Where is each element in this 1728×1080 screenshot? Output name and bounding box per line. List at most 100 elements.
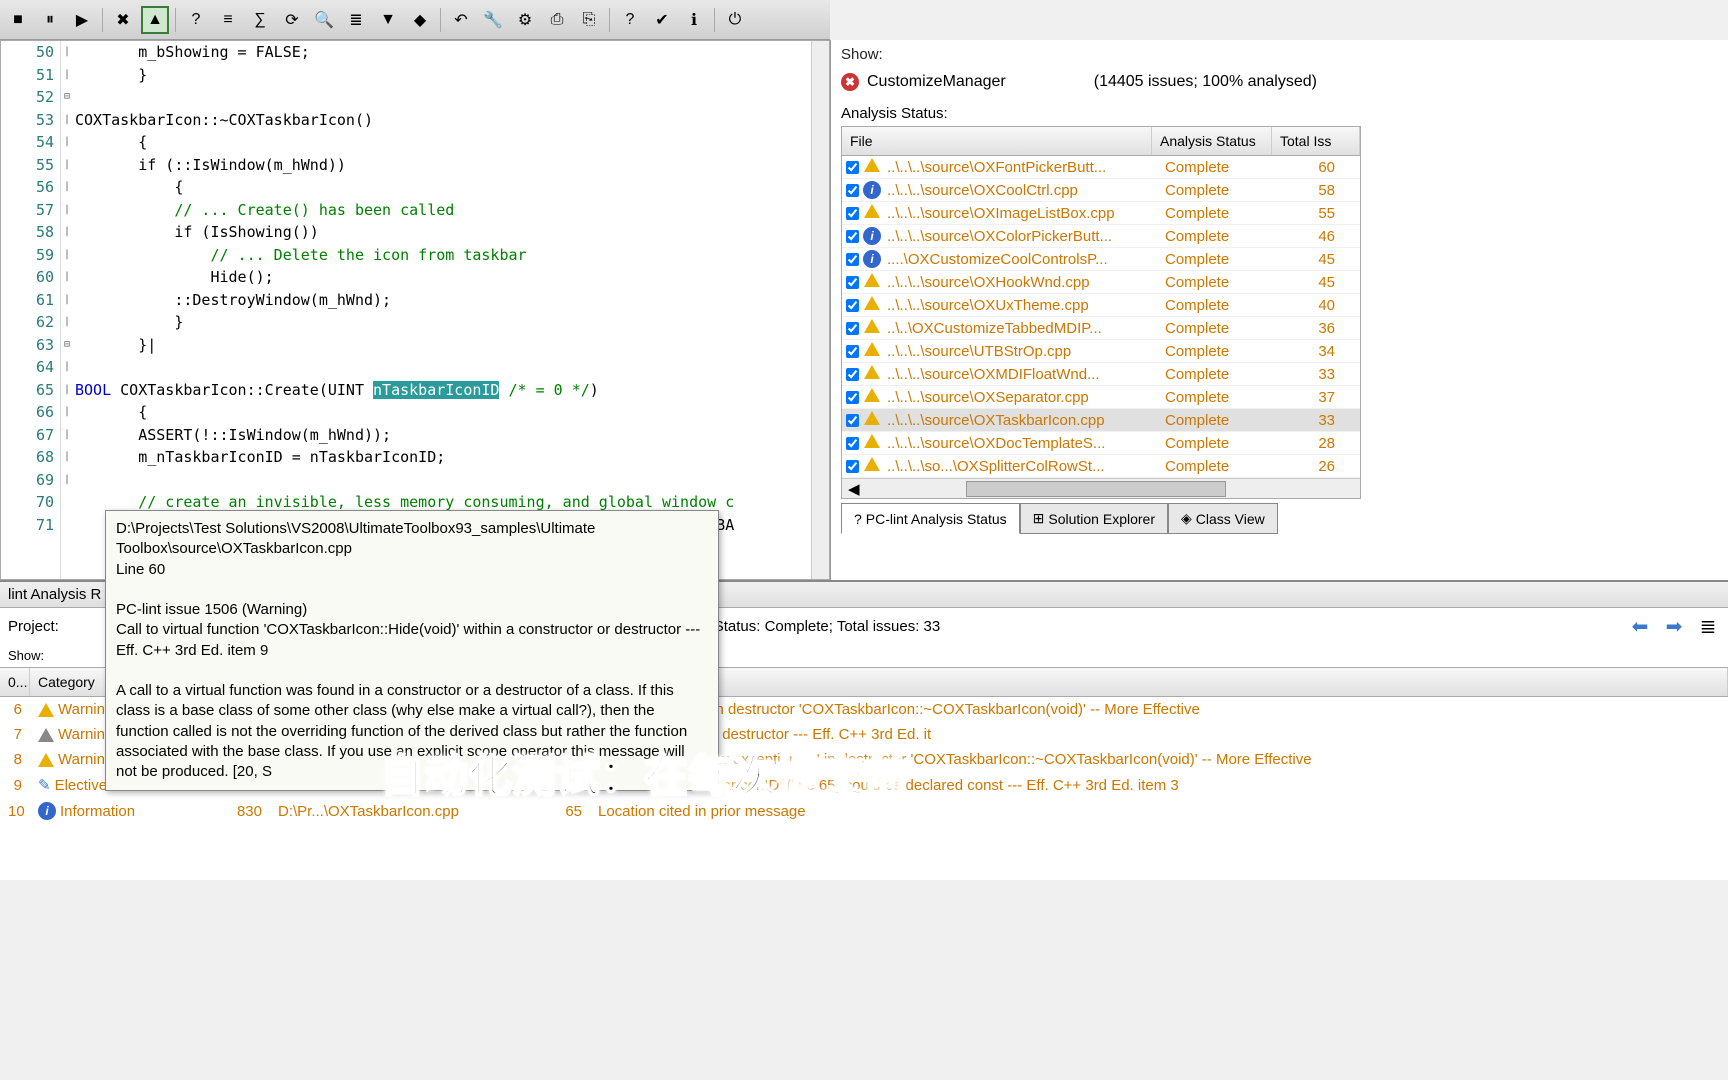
toolbar-btn-6[interactable]: ≡ — [214, 6, 242, 34]
show-label: Show: — [841, 46, 1718, 63]
horizontal-scrollbar[interactable]: ◀ — [842, 478, 1360, 498]
toolbar-btn-21[interactable]: ⏻ — [721, 6, 749, 34]
toolbar-btn-19[interactable]: ✔ — [648, 6, 676, 34]
fold-gutter[interactable]: ||⊟||||||||||⊟|||||| — [61, 41, 73, 579]
toolbar-btn-5[interactable]: ? — [182, 6, 210, 34]
manager-name[interactable]: CustomizeManager — [867, 73, 1006, 91]
toolbar-btn-8[interactable]: ⟳ — [278, 6, 306, 34]
file-status: Complete — [1165, 435, 1285, 452]
col-status[interactable]: Analysis Status — [1152, 127, 1272, 155]
file-name: ..\..\..\source\OXColorPickerButt... — [887, 228, 1165, 245]
file-checkbox[interactable] — [846, 345, 859, 358]
file-status: Complete — [1165, 389, 1285, 406]
tab-class-view[interactable]: ◈Class View — [1168, 503, 1278, 534]
file-checkbox[interactable] — [846, 276, 859, 289]
file-row[interactable]: ..\..\..\source\OXSeparator.cppComplete3… — [842, 386, 1360, 409]
list-icon[interactable]: ≣ — [1696, 614, 1720, 638]
file-row[interactable]: i..\..\..\source\OXCoolCtrl.cppComplete5… — [842, 179, 1360, 202]
tooltip-line: Line 60 — [116, 560, 708, 580]
code-editor[interactable]: 5051525354555657585960616263646566676869… — [0, 40, 830, 580]
toolbar-btn-3[interactable]: ✖ — [109, 6, 137, 34]
file-row[interactable]: ..\..\..\source\OXFontPickerButt...Compl… — [842, 156, 1360, 179]
file-name: ..\..\..\source\UTBStrOp.cpp — [887, 343, 1165, 360]
file-total: 28 — [1285, 435, 1335, 452]
info-icon: i — [863, 227, 881, 245]
file-table-header[interactable]: File Analysis Status Total Iss — [842, 127, 1360, 156]
tab-pc-lint-analysis-status[interactable]: ?PC-lint Analysis Status — [841, 503, 1020, 534]
file-checkbox[interactable] — [846, 299, 859, 312]
file-total: 37 — [1285, 389, 1335, 406]
toolbar-btn-15[interactable]: ⚙ — [511, 6, 539, 34]
prev-arrow-icon[interactable]: ⬅ — [1628, 614, 1652, 638]
file-checkbox[interactable] — [846, 391, 859, 404]
file-checkbox[interactable] — [846, 414, 859, 427]
file-row[interactable]: ..\..\..\source\UTBStrOp.cppComplete34 — [842, 340, 1360, 363]
file-total: 60 — [1285, 159, 1335, 176]
file-row[interactable]: ..\..\OXCustomizeTabbedMDIP...Complete36 — [842, 317, 1360, 340]
file-name: ..\..\..\source\OXHookWnd.cpp — [887, 274, 1165, 291]
file-name: ..\..\..\so...\OXSplitterColRowSt... — [887, 458, 1165, 475]
toolbar-btn-1[interactable]: ⏸ — [36, 6, 64, 34]
file-status: Complete — [1165, 228, 1285, 245]
analysis-panel: Show: ✖ CustomizeManager (14405 issues; … — [830, 40, 1728, 580]
file-checkbox[interactable] — [846, 230, 859, 243]
file-total: 33 — [1285, 412, 1335, 429]
toolbar-btn-2[interactable]: ▶ — [68, 6, 96, 34]
warning-icon — [38, 703, 54, 717]
toolbar-btn-18[interactable]: ? — [616, 6, 644, 34]
toolbar-btn-11[interactable]: ▼ — [374, 6, 402, 34]
toolbar-btn-12[interactable]: ◆ — [406, 6, 434, 34]
toolbar-btn-4[interactable]: ▲ — [141, 6, 169, 34]
file-checkbox[interactable] — [846, 253, 859, 266]
vertical-scrollbar[interactable] — [811, 41, 829, 579]
next-arrow-icon[interactable]: ➡ — [1662, 614, 1686, 638]
file-row[interactable]: i ..\..\..\source\OXColorPickerButt...Com… — [842, 225, 1360, 248]
col-total[interactable]: Total Iss — [1272, 127, 1360, 155]
toolbar-btn-10[interactable]: ≣ — [342, 6, 370, 34]
file-total: 46 — [1285, 228, 1335, 245]
file-row[interactable]: ..\..\..\source\OXTaskbarIcon.cppComplet… — [842, 409, 1360, 432]
file-total: 55 — [1285, 205, 1335, 222]
warning-icon — [864, 342, 880, 356]
file-row[interactable]: ..\..\..\source\OXHookWnd.cppComplete45 — [842, 271, 1360, 294]
info-icon: i — [863, 181, 881, 199]
tab-solution-explorer[interactable]: ⊞Solution Explorer — [1020, 503, 1168, 534]
toolbar-btn-14[interactable]: 🔧 — [479, 6, 507, 34]
file-name: ..\..\..\source\OXCoolCtrl.cpp — [887, 182, 1165, 199]
warning-icon — [864, 457, 880, 471]
toolbar-btn-20[interactable]: ℹ — [680, 6, 708, 34]
col-file[interactable]: File — [842, 127, 1152, 155]
file-row[interactable]: ..\..\..\source\OXUxTheme.cppComplete40 — [842, 294, 1360, 317]
toolbar-btn-16[interactable]: ⎙ — [543, 6, 571, 34]
file-row[interactable]: ..\..\..\so...\OXSplitterColRowSt...Comp… — [842, 455, 1360, 478]
file-name: ..\..\..\source\OXFontPickerButt... — [887, 159, 1165, 176]
file-checkbox[interactable] — [846, 460, 859, 473]
file-row[interactable]: ..\..\..\source\OXImageListBox.cppComple… — [842, 202, 1360, 225]
file-row[interactable]: i....\OXCustomizeCoolControlsP...Complet… — [842, 248, 1360, 271]
file-status: Complete — [1165, 159, 1285, 176]
file-checkbox[interactable] — [846, 161, 859, 174]
file-total: 26 — [1285, 458, 1335, 475]
file-checkbox[interactable] — [846, 184, 859, 197]
file-checkbox[interactable] — [846, 207, 859, 220]
file-checkbox[interactable] — [846, 368, 859, 381]
toolbar-btn-7[interactable]: ∑ — [246, 6, 274, 34]
file-total: 45 — [1285, 251, 1335, 268]
file-row[interactable]: ..\..\..\source\OXMDIFloatWnd...Complete… — [842, 363, 1360, 386]
toolbar-btn-13[interactable]: ↶ — [447, 6, 475, 34]
warning-icon — [864, 434, 880, 448]
tooltip-path: D:\Projects\Test Solutions\VS2008\Ultima… — [116, 519, 708, 560]
toolbar-btn-0[interactable]: ■ — [4, 6, 32, 34]
file-checkbox[interactable] — [846, 322, 859, 335]
info-icon: i — [38, 802, 56, 820]
file-status: Complete — [1165, 182, 1285, 199]
file-total: 40 — [1285, 297, 1335, 314]
file-row[interactable]: ..\..\..\source\OXDocTemplateS...Complet… — [842, 432, 1360, 455]
toolbar-btn-9[interactable]: 🔍 — [310, 6, 338, 34]
toolbar-btn-17[interactable]: ⎘ — [575, 6, 603, 34]
warning-icon — [864, 158, 880, 172]
file-total: 36 — [1285, 320, 1335, 337]
tab-icon: ? — [854, 511, 862, 527]
code-area[interactable]: m_bShowing = FALSE; }COXTaskbarIcon::~CO… — [73, 41, 811, 579]
file-checkbox[interactable] — [846, 437, 859, 450]
